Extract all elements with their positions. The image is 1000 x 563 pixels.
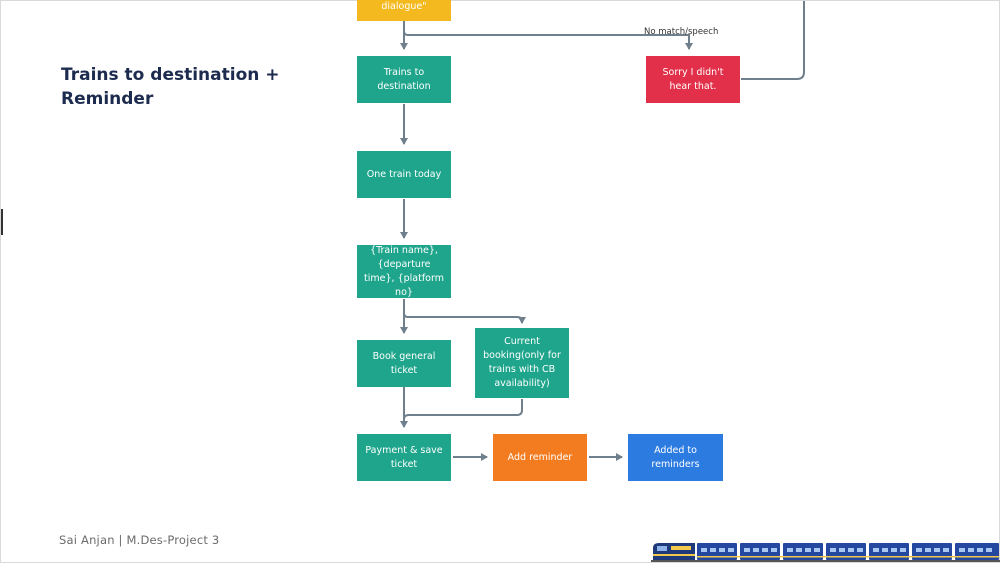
train-illustration-icon bbox=[651, 543, 1000, 562]
node-trains-to-destination: Trains to destination bbox=[357, 56, 451, 103]
footer-credit: Sai Anjan | M.Des-Project 3 bbox=[59, 533, 220, 547]
train-locomotive bbox=[653, 543, 695, 560]
edge-current-payment bbox=[403, 399, 523, 420]
node-payment-save-ticket: Payment & save ticket bbox=[357, 434, 451, 481]
node-book-general-ticket: Book general ticket bbox=[357, 340, 451, 387]
node-current-booking: Current booking(only for trains with CB … bbox=[475, 328, 569, 398]
node-sorry-didnt-hear: Sorry I didn't hear that. bbox=[646, 56, 740, 103]
slide: Trains to destination + Reminder No matc… bbox=[0, 0, 1000, 563]
node-add-reminder: Add reminder bbox=[493, 434, 587, 481]
node-dialogue: dialogue" bbox=[357, 0, 451, 21]
slide-edge-marker bbox=[1, 209, 3, 235]
edge-details-current bbox=[403, 312, 526, 324]
node-added-to-reminders: Added to reminders bbox=[628, 434, 723, 481]
edge-sorry-loop bbox=[741, 1, 805, 80]
node-one-train-today: One train today bbox=[357, 151, 451, 198]
node-train-details: {Train name}, {departure time}, {platfor… bbox=[357, 245, 451, 298]
page-title: Trains to destination + Reminder bbox=[61, 65, 280, 109]
edge-label-no-match: No match/speech bbox=[644, 27, 719, 37]
